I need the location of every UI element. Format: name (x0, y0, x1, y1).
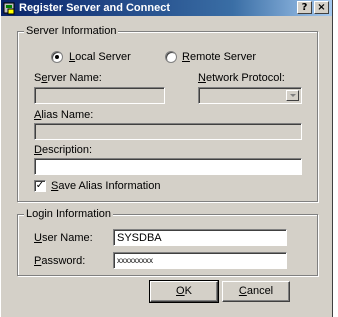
server-name-label: Server Name: (34, 72, 102, 84)
save-alias-checkbox[interactable]: ✓ (34, 180, 46, 192)
alias-name-input[interactable] (34, 123, 302, 140)
description-label: Description: (34, 144, 93, 156)
cancel-button[interactable]: Cancel (222, 281, 290, 302)
remote-server-radio[interactable] (165, 51, 177, 63)
chevron-down-icon[interactable] (286, 90, 299, 101)
window-title: Register Server and Connect (19, 2, 170, 14)
network-protocol-label: Network Protocol: (198, 72, 285, 84)
username-input[interactable] (113, 229, 287, 246)
remote-server-label[interactable]: Remote Server (182, 51, 256, 64)
close-button[interactable]: × (314, 1, 329, 14)
radio-selected-dot (55, 55, 59, 59)
network-protocol-select[interactable] (198, 87, 302, 104)
login-information-legend: Login Information (24, 207, 113, 221)
server-information-legend: Server Information (24, 24, 119, 38)
password-label: Password: (34, 255, 86, 267)
password-input[interactable] (113, 252, 287, 269)
save-alias-label[interactable]: Save Alias Information (51, 180, 160, 193)
database-server-icon (3, 2, 15, 15)
alias-name-label: Alias Name: (34, 109, 94, 121)
description-input[interactable] (34, 158, 302, 175)
title-bar[interactable]: Register Server and Connect ? × (1, 0, 332, 16)
dialog-window: Register Server and Connect ? × Server I… (0, 0, 333, 317)
local-server-radio[interactable] (51, 51, 63, 63)
help-button[interactable]: ? (297, 1, 312, 14)
ok-button[interactable]: OK (149, 280, 219, 303)
username-label: User Name: (34, 232, 93, 244)
server-name-input[interactable] (34, 87, 165, 104)
local-server-label[interactable]: Local Server (69, 51, 131, 64)
